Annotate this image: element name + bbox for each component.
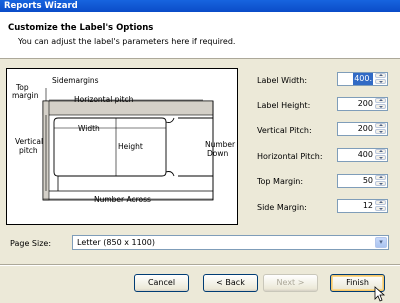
page-size-label: Page Size: [10, 239, 52, 248]
label-side-margins: Sidemargins [52, 76, 99, 85]
horizontal-pitch-spinner[interactable] [375, 149, 387, 161]
label-width-value[interactable]: 400. [353, 73, 373, 85]
chevron-down-icon[interactable]: ▾ [375, 237, 387, 248]
vertical-pitch-spinner[interactable] [375, 123, 387, 135]
cancel-button[interactable]: Cancel [134, 274, 189, 292]
spin-up-icon[interactable] [375, 123, 386, 128]
spin-up-icon[interactable] [375, 175, 386, 180]
label-vertical: Vertical [15, 137, 43, 146]
label-layout-diagram: Top margin Sidemargins Horizontal pitch … [6, 68, 238, 225]
page-size-select[interactable]: Letter (850 x 1100) ▾ [72, 235, 389, 250]
side-margin-label: Side Margin: [257, 203, 307, 212]
page-title: Customize the Label's Options [8, 23, 154, 33]
top-margin-label: Top Margin: [257, 177, 304, 186]
spin-down-icon[interactable] [375, 79, 386, 84]
vertical-pitch-value[interactable]: 200 [358, 123, 373, 135]
label-height-spinner[interactable] [375, 98, 387, 110]
label-width-spinner[interactable] [375, 73, 387, 85]
spin-down-icon[interactable] [375, 181, 386, 186]
label-height: Height [118, 142, 143, 151]
label-width-label: Label Width: [257, 76, 308, 85]
mouse-cursor-icon [374, 286, 386, 302]
back-button[interactable]: < Back [203, 274, 258, 292]
label-width-field[interactable]: 400. [337, 72, 388, 86]
side-margin-value[interactable]: 12 [363, 200, 373, 212]
vertical-pitch-field[interactable]: 200 [337, 122, 388, 136]
spin-down-icon[interactable] [375, 155, 386, 160]
side-margin-spinner[interactable] [375, 200, 387, 212]
page-size-value: Letter (850 x 1100) [77, 238, 155, 247]
label-height-field[interactable]: 200 [337, 97, 388, 111]
footer-separator [0, 264, 400, 266]
horizontal-pitch-field[interactable]: 400 [337, 148, 388, 162]
spin-down-icon[interactable] [375, 206, 386, 211]
horizontal-pitch-label: Horizontal Pitch: [257, 152, 323, 161]
wizard-header: Customize the Label's Options You can ad… [0, 12, 400, 59]
spin-up-icon[interactable] [375, 200, 386, 205]
spin-down-icon[interactable] [375, 129, 386, 134]
label-down: Down [207, 149, 228, 158]
label-number-across: Number Across [94, 195, 151, 204]
horizontal-pitch-value[interactable]: 400 [358, 149, 373, 161]
top-margin-value[interactable]: 50 [363, 175, 373, 187]
page-subtitle: You can adjust the label's parameters he… [18, 37, 236, 46]
spin-up-icon[interactable] [375, 149, 386, 154]
top-margin-field[interactable]: 50 [337, 174, 388, 188]
label-pitch: pitch [19, 146, 38, 155]
spin-up-icon[interactable] [375, 73, 386, 78]
label-width: Width [78, 124, 100, 133]
top-margin-spinner[interactable] [375, 175, 387, 187]
label-number: Number [205, 140, 236, 149]
next-button[interactable]: Next > [263, 274, 318, 292]
spin-up-icon[interactable] [375, 98, 386, 103]
label-horizontal-pitch: Horizontal pitch [74, 95, 134, 104]
window-title: Reports Wizard [0, 0, 400, 12]
label-height-value[interactable]: 200 [358, 98, 373, 110]
vertical-pitch-label: Vertical Pitch: [257, 126, 312, 135]
side-margin-field[interactable]: 12 [337, 199, 388, 213]
label-height-label: Label Height: [257, 101, 311, 110]
spin-down-icon[interactable] [375, 104, 386, 109]
label-top-margin: margin [12, 91, 39, 100]
